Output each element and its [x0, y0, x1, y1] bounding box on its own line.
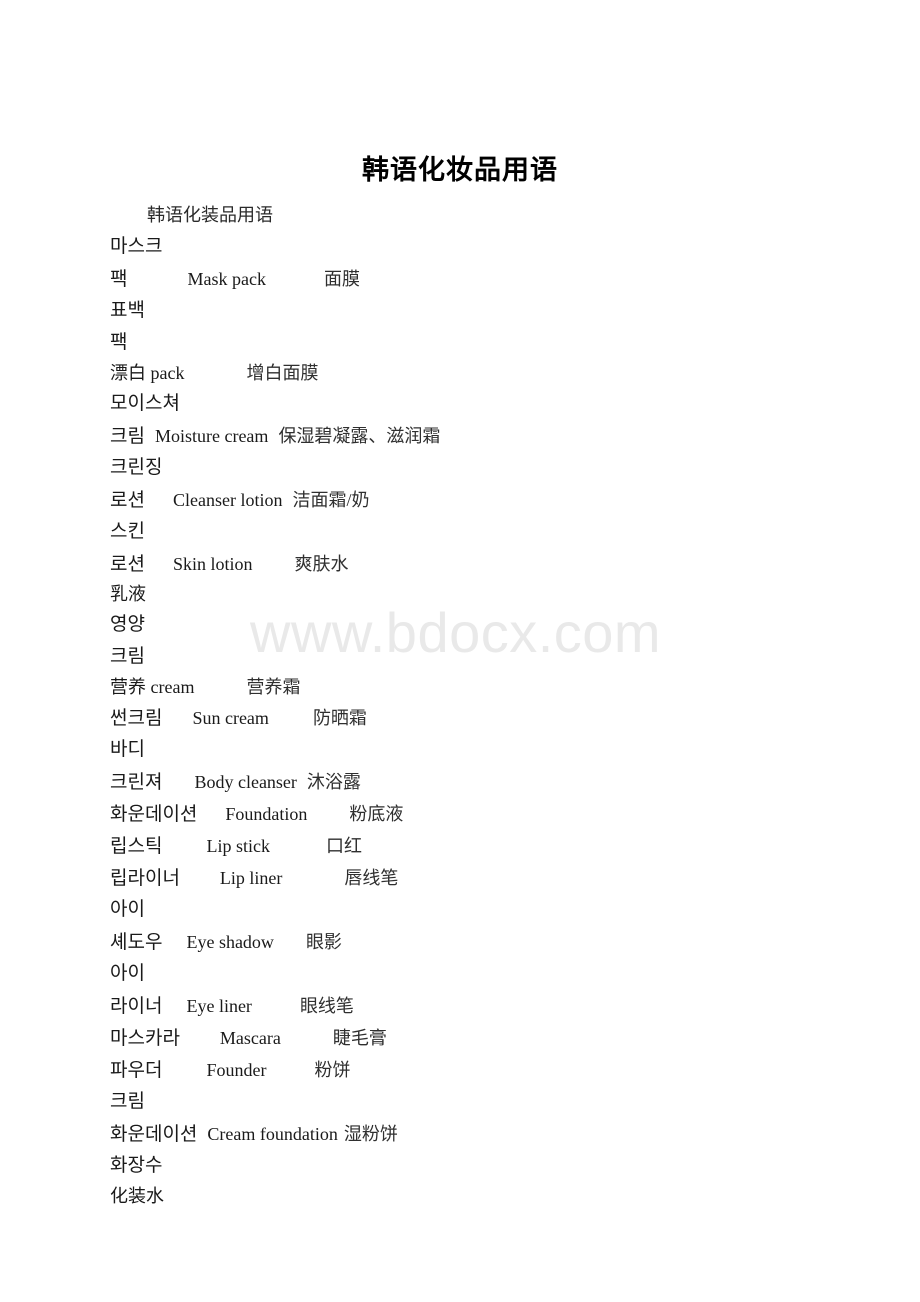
term-english: 化装水 [110, 1186, 164, 1206]
term-english: Skin lotion [172, 554, 253, 574]
glossary-row: 썬크림 Sun cream 防晒霜 [110, 702, 890, 734]
glossary-list: 韩语化装品用语 마스크 팩 Mask pack 面膜 표백 팩 漂白 pack 增白面膜 모이스… [110, 200, 890, 1211]
term-korean: 아이 [110, 963, 145, 984]
term-english: Sun cream [192, 708, 269, 728]
term-chinese: 沐浴露 [306, 772, 361, 792]
term-english: Foundation [225, 804, 308, 824]
glossary-row: 크림 [110, 1086, 890, 1118]
term-chinese: 面膜 [323, 269, 360, 289]
term-korean: 라이너 [110, 996, 163, 1017]
glossary-row: 영양 [110, 609, 890, 641]
term-english: Lip liner [219, 868, 283, 888]
glossary-row: 乳液 [110, 580, 890, 609]
glossary-row: 마스카라 Mascara 睫毛膏 [110, 1022, 890, 1054]
glossary-row: 립스틱 Lip stick 口红 [110, 830, 890, 862]
term-english: Moisture cream [154, 426, 269, 446]
glossary-row: 아이 [110, 894, 890, 926]
term-korean: 마스카라 [110, 1028, 180, 1049]
glossary-row: 漂白 pack 增白面膜 [110, 359, 890, 388]
glossary-row: 로션 Cleanser lotion 洁面霜/奶 [110, 484, 890, 516]
term-english: Eye liner [186, 996, 252, 1016]
document-page: www.bdocx.com 韩语化妆品用语 韩语化装品用语 마스크 팩 Mask p… [0, 0, 920, 1302]
term-english: Mascara [219, 1028, 281, 1048]
term-english: Cleanser lotion [172, 490, 283, 510]
term-korean: 스킨 [110, 521, 145, 542]
term-korean: 화운데이션 [110, 804, 198, 825]
glossary-row: 셰도우 Eye shadow 眼影 [110, 926, 890, 958]
term-korean: 영양 [110, 614, 145, 635]
term-korean: 로션 [110, 490, 145, 511]
glossary-row: 립라이너 Lip liner 唇线笔 [110, 862, 890, 894]
glossary-row: 모이스쳐 [110, 388, 890, 420]
term-korean: 아이 [110, 899, 145, 920]
term-korean: 셰도우 [110, 932, 163, 953]
glossary-row: 화운데이션 Foundation 粉底液 [110, 798, 890, 830]
term-korean: 표백 [110, 300, 145, 321]
glossary-row: 로션 Skin lotion 爽肤水 [110, 548, 890, 580]
term-korean: 마스크 [110, 236, 163, 257]
term-english: 乳液 [110, 584, 146, 604]
glossary-row: 라이너 Eye liner 眼线笔 [110, 990, 890, 1022]
term-korean: 립스틱 [110, 836, 163, 857]
term-chinese: 唇线笔 [344, 868, 399, 888]
term-korean: 썬크림 [110, 708, 163, 729]
glossary-row: 팩 Mask pack 面膜 [110, 263, 890, 295]
term-korean: 파우더 [110, 1060, 163, 1081]
term-chinese: 湿粉饼 [343, 1124, 398, 1144]
glossary-row: 파우더 Founder 粉饼 [110, 1054, 890, 1086]
term-chinese: 爽肤水 [294, 554, 349, 574]
term-chinese: 口红 [325, 836, 362, 856]
glossary-row: 스킨 [110, 516, 890, 548]
term-korean: 모이스쳐 [110, 393, 180, 414]
glossary-row: 표백 [110, 295, 890, 327]
term-korean: 팩 [110, 269, 128, 290]
term-chinese: 睫毛膏 [332, 1028, 387, 1048]
glossary-row: 화장수 [110, 1150, 890, 1182]
term-chinese: 眼影 [305, 932, 342, 952]
glossary-row: 크림 [110, 641, 890, 673]
term-english: Lip stick [206, 836, 270, 856]
term-korean: 크림 [110, 646, 145, 667]
term-english: Mask pack [187, 269, 266, 289]
term-english: Body cleanser [194, 772, 297, 792]
term-english: Founder [206, 1060, 267, 1080]
glossary-row: 바디 [110, 734, 890, 766]
term-chinese: 保湿碧凝露、滋润霜 [278, 426, 441, 446]
term-english: Eye shadow [186, 932, 274, 952]
glossary-row: 마스크 [110, 231, 890, 263]
term-korean: 크림 [110, 426, 145, 447]
term-chinese: 粉底液 [349, 804, 404, 824]
term-chinese: 营养霜 [246, 677, 301, 697]
term-korean: 팩 [110, 332, 128, 353]
term-chinese: 眼线笔 [299, 996, 354, 1016]
term-korean: 로션 [110, 554, 145, 575]
page-title: 韩语化妆品用语 [362, 155, 558, 185]
glossary-row: 크린징 [110, 452, 890, 484]
document-subtitle: 韩语化装品用语 [147, 205, 273, 225]
term-korean: 크린져 [110, 772, 163, 793]
term-korean: 크림 [110, 1091, 145, 1112]
term-english: 漂白 pack [110, 363, 185, 383]
term-english: 营养 cream [110, 677, 195, 697]
glossary-row: 팩 [110, 327, 890, 359]
glossary-row: 营养 cream 营养霜 [110, 673, 890, 702]
term-chinese: 洁面霜/奶 [292, 490, 370, 510]
glossary-row: 크림 Moisture cream 保湿碧凝露、滋润霜 [110, 420, 890, 452]
glossary-row: 화운데이션 Cream foundation 湿粉饼 [110, 1118, 890, 1150]
glossary-row: 아이 [110, 958, 890, 990]
term-korean: 립라이너 [110, 868, 180, 889]
glossary-row: 크린져 Body cleanser 沐浴露 [110, 766, 890, 798]
term-korean: 크린징 [110, 457, 163, 478]
term-korean: 화운데이션 [110, 1124, 198, 1145]
term-english: Cream foundation [207, 1124, 338, 1144]
term-chinese: 防晒霜 [312, 708, 367, 728]
term-chinese: 粉饼 [314, 1060, 351, 1080]
term-chinese: 增白面膜 [246, 363, 319, 383]
term-korean: 바디 [110, 739, 145, 760]
glossary-row: 化装水 [110, 1182, 890, 1211]
term-korean: 화장수 [110, 1155, 163, 1176]
